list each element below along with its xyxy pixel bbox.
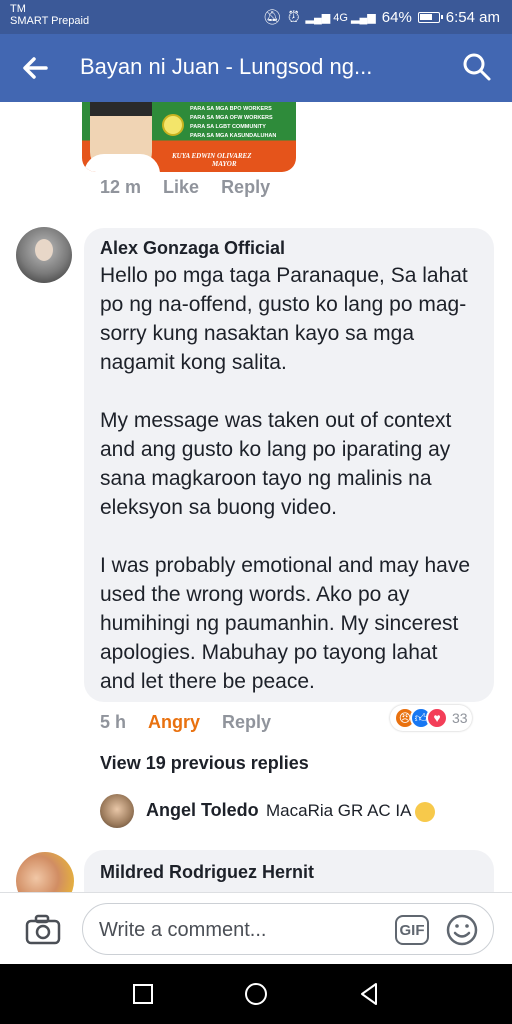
reply-preview-text: MacaRia GR AC IA <box>266 801 435 822</box>
campaign-lines: PARA SA MGA BPO WORKERS PARA SA MGA OFW … <box>190 105 276 141</box>
campaign-line: PARA SA LGBT COMMUNITY <box>190 124 266 130</box>
comment-author[interactable]: Mildred Rodriguez Hernit <box>100 862 478 883</box>
candidate-shirt <box>84 154 160 172</box>
campaign-image[interactable]: PARA SA MGA BPO WORKERS PARA SA MGA OFW … <box>82 102 296 172</box>
reply-author[interactable]: Angel Toledo <box>146 800 259 821</box>
angry-reaction-button[interactable]: Angry <box>148 712 200 733</box>
reaction-summary[interactable]: 😠︎ 👍︎ ♥ 33 <box>390 705 472 731</box>
comment-input-box[interactable]: GIF <box>82 903 494 955</box>
carrier-line1: TM <box>10 3 26 15</box>
comment-time: 12 m <box>100 177 142 197</box>
camera-icon[interactable] <box>24 913 64 947</box>
battery-icon <box>417 11 443 23</box>
like-button[interactable]: Like <box>163 177 199 198</box>
smiley-icon[interactable] <box>445 913 479 947</box>
comment-input[interactable] <box>99 916 379 944</box>
reaction-count: 33 <box>452 710 468 726</box>
status-bar: TM SMART Prepaid 🔕︎ ⏰︎ ▂▄▆ 4G ▂▄▆ 64% 6:… <box>0 0 512 34</box>
comment-text: Hello po mga taga Paranaque, Sa lahat po… <box>100 264 471 693</box>
candidate-hair <box>90 102 152 116</box>
back-arrow-icon[interactable] <box>16 48 56 88</box>
view-previous-replies-link[interactable]: View 19 previous replies <box>100 753 309 774</box>
campaign-line: PARA SA MGA BPO WORKERS <box>190 106 272 112</box>
love-react-icon: ♥ <box>426 707 448 729</box>
comment-actions: 5 h Angry Reply <box>100 712 293 733</box>
first-comment-actions: 12 m Like Reply <box>100 177 292 198</box>
candidate-role: MAYOR <box>212 160 237 168</box>
reply-text: MacaRia GR AC IA <box>266 801 412 820</box>
carrier-info: TM SMART Prepaid <box>10 3 89 27</box>
reply-button[interactable]: Reply <box>221 177 270 198</box>
reply-button[interactable]: Reply <box>222 712 271 733</box>
status-indicators: 🔕︎ ⏰︎ ▂▄▆ 4G ▂▄▆ 64% 6:54 am <box>262 8 500 27</box>
carrier-line2: SMART Prepaid <box>10 15 90 27</box>
candidate-name-text: KUYA EDWIN OLIVAREZ <box>172 152 252 160</box>
back-icon[interactable] <box>354 979 384 1009</box>
system-nav-bar <box>0 964 512 1024</box>
recent-apps-icon[interactable] <box>128 979 158 1009</box>
comment-bubble[interactable]: Alex Gonzaga Official Hello po mga taga … <box>84 228 494 702</box>
comment-bubble[interactable]: Mildred Rodriguez Hernit <box>84 850 494 892</box>
laughing-emoji-icon <box>414 801 435 822</box>
page-title: Bayan ni Juan - Lungsod ng... <box>80 54 373 79</box>
signal-icon: ▂▄▆ 4G ▂▄▆ <box>305 11 376 24</box>
avatar[interactable] <box>100 794 134 828</box>
search-icon[interactable] <box>460 50 494 84</box>
party-logo-icon <box>162 114 184 136</box>
candidate-name: KUYA EDWIN OLIVAREZ MAYOR <box>172 152 251 168</box>
campaign-line: PARA SA MGA OFW WORKERS <box>190 115 273 121</box>
home-icon[interactable] <box>241 979 271 1009</box>
alarm-icon: ⏰︎ <box>287 8 300 26</box>
comment-author[interactable]: Alex Gonzaga Official <box>100 238 478 259</box>
mute-icon: 🔕︎ <box>262 9 282 26</box>
app-bar: Bayan ni Juan - Lungsod ng... <box>0 34 512 102</box>
comment-time: 5 h <box>100 712 127 732</box>
avatar[interactable] <box>16 852 74 892</box>
avatar[interactable] <box>16 227 72 283</box>
battery-percent: 64% <box>381 8 412 26</box>
comment-composer: GIF <box>0 892 512 964</box>
campaign-line: PARA SA MGA KASUNDALUHAN <box>190 133 277 139</box>
comments-feed[interactable]: PARA SA MGA BPO WORKERS PARA SA MGA OFW … <box>0 102 512 892</box>
gif-button[interactable]: GIF <box>395 915 429 945</box>
clock: 6:54 am <box>445 8 500 26</box>
